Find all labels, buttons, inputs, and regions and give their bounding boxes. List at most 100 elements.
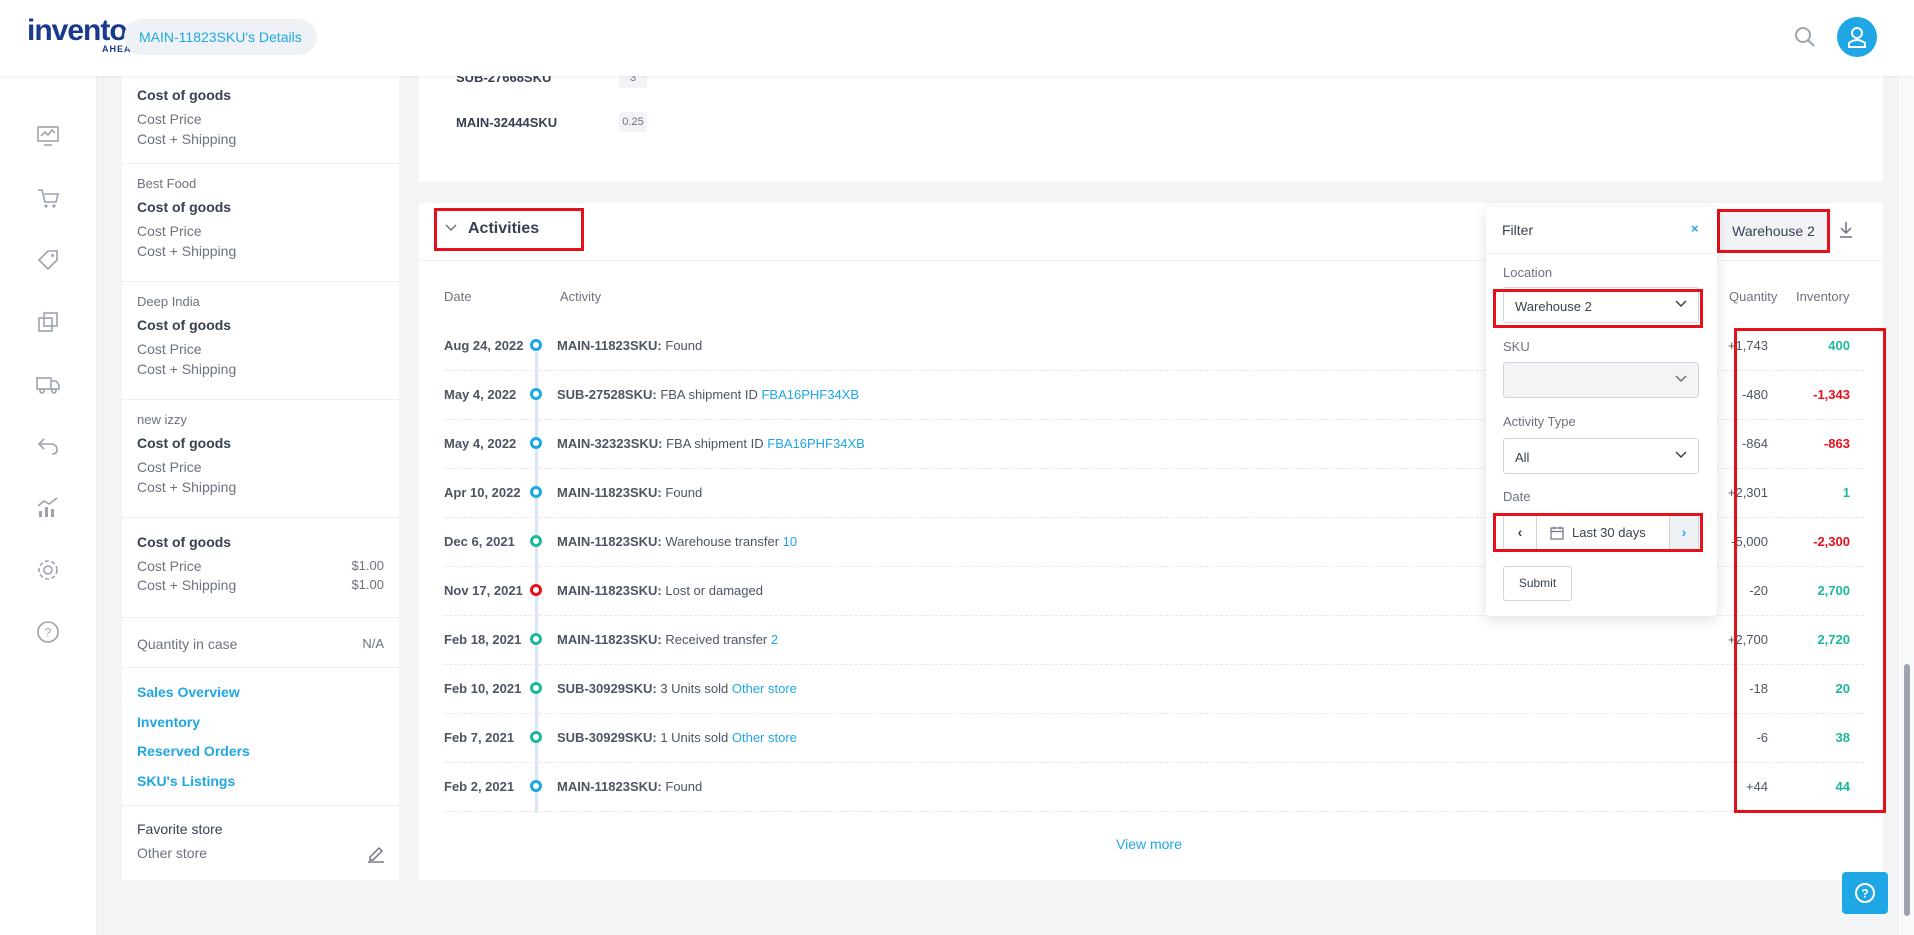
tag-icon[interactable] [35, 247, 61, 273]
cost-block: Deep India Cost of goods Cost Price Cost… [122, 282, 399, 400]
search-icon[interactable] [1794, 26, 1816, 48]
activity-link[interactable]: Other store [732, 681, 797, 696]
timeline-dot [530, 682, 542, 694]
store-name: new izzy [137, 412, 187, 427]
location-highlight [1493, 289, 1703, 328]
timeline-dot [530, 339, 542, 351]
question-icon: ? [1855, 883, 1875, 903]
link-reserved-orders[interactable]: Reserved Orders [137, 743, 250, 759]
cost-block: Best Food Cost of goods Cost Price Cost … [122, 164, 399, 282]
activity-type-value: All [1515, 450, 1530, 465]
download-icon[interactable] [1837, 220, 1855, 240]
cost-block: Cost of goods Cost Price Cost + Shipping [122, 76, 399, 164]
return-icon[interactable] [35, 433, 61, 459]
avatar[interactable] [1837, 17, 1877, 57]
cost-title: Cost of goods [137, 87, 232, 103]
activity-sku[interactable]: MAIN-11823SKU: [557, 779, 662, 794]
activity-description: SUB-27528SKU: FBA shipment ID FBA16PHF34… [557, 387, 859, 402]
app-logo[interactable]: inventory [27, 14, 127, 48]
activity-text: 1 Units sold [656, 730, 732, 745]
activity-text: Warehouse transfer [661, 534, 783, 549]
breadcrumb[interactable]: MAIN-11823SKU's Details [124, 19, 317, 55]
activity-link[interactable]: Other store [732, 730, 797, 745]
activity-text: FBA shipment ID [662, 436, 768, 451]
activity-description: MAIN-11823SKU: Found [557, 338, 702, 353]
cost-price-label: Cost Price [137, 459, 202, 475]
cost-title: Cost of goods [137, 534, 232, 550]
edit-icon[interactable] [367, 845, 385, 863]
activity-date: Feb 7, 2021 [444, 730, 515, 745]
activity-description: SUB-30929SKU: 3 Units sold Other store [557, 681, 797, 696]
settings-icon[interactable] [35, 557, 61, 583]
cost-shipping-label: Cost + Shipping [137, 577, 237, 593]
activity-sku[interactable]: MAIN-11823SKU: [557, 534, 662, 549]
bundle-sku[interactable]: MAIN-32444SKU [456, 115, 557, 130]
cost-title: Cost of goods [137, 317, 232, 333]
cost-title: Cost of goods [137, 435, 232, 451]
cost-price-label: Cost Price [137, 223, 202, 239]
activities-title: Activities [468, 220, 540, 237]
chevron-down-icon [1675, 451, 1687, 459]
link-sales-overview[interactable]: Sales Overview [137, 684, 240, 700]
cost-price-label: Cost Price [137, 341, 202, 357]
help-button[interactable]: ? [1842, 872, 1888, 914]
activity-type-select[interactable]: All [1503, 438, 1699, 474]
store-name: Deep India [137, 294, 200, 309]
col-quantity: Quantity [1729, 289, 1778, 304]
view-more-link[interactable]: View more [1116, 836, 1182, 852]
activity-row: Feb 2, 2021 MAIN-11823SKU: Found +44 44 [444, 763, 1864, 812]
close-icon[interactable]: × [1691, 221, 1699, 236]
cost-block: Cost of goods Cost Price $1.00 Cost + Sh… [122, 518, 399, 618]
activity-link[interactable]: FBA16PHF34XB [767, 436, 865, 451]
cost-shipping-label: Cost + Shipping [137, 243, 237, 259]
activity-date: Nov 17, 2021 [444, 583, 523, 598]
cost-shipping-value: $1.00 [351, 577, 384, 592]
activity-sku[interactable]: SUB-30929SKU: [557, 681, 657, 696]
timeline-dot [530, 388, 542, 400]
svg-text:?: ? [45, 626, 52, 640]
activity-sku[interactable]: MAIN-11823SKU: [557, 485, 662, 500]
copy-icon[interactable] [35, 309, 61, 335]
col-activity: Activity [560, 289, 602, 304]
activity-link[interactable]: 2 [771, 632, 778, 647]
activities-toggle[interactable]: Activities [434, 208, 584, 251]
page-scrollbar[interactable] [1899, 76, 1914, 935]
submit-button[interactable]: Submit [1503, 566, 1572, 601]
qty-in-case-row: Quantity in case N/A [122, 618, 399, 668]
chevron-down-icon [445, 224, 457, 232]
link-inventory[interactable]: Inventory [137, 714, 200, 730]
activity-row: Feb 18, 2021 MAIN-11823SKU: Received tran… [444, 616, 1864, 665]
sku-select[interactable] [1503, 362, 1699, 398]
activity-link[interactable]: 10 [783, 534, 797, 549]
activity-sku[interactable]: MAIN-32323SKU: [557, 436, 662, 451]
col-inventory: Inventory [1796, 289, 1850, 304]
link-sku-listings[interactable]: SKU's Listings [137, 773, 235, 789]
activity-text: Found [661, 485, 703, 500]
activity-sku[interactable]: MAIN-11823SKU: [557, 632, 662, 647]
dashboard-icon[interactable] [35, 123, 61, 149]
scroll-thumb[interactable] [1904, 664, 1910, 916]
activity-date: Apr 10, 2022 [444, 485, 521, 500]
truck-icon[interactable] [35, 371, 61, 397]
activity-sku[interactable]: SUB-30929SKU: [557, 730, 657, 745]
activity-sku[interactable]: SUB-27528SKU: [557, 387, 657, 402]
activity-date: Dec 6, 2021 [444, 534, 515, 549]
activity-text: Found [661, 779, 703, 794]
analytics-icon[interactable] [35, 495, 61, 521]
col-date: Date [444, 289, 472, 304]
cost-shipping-label: Cost + Shipping [137, 131, 237, 147]
cost-price-label: Cost Price [137, 558, 202, 574]
timeline-dot [530, 731, 542, 743]
qty-in-case-value: N/A [362, 636, 384, 651]
sku-side-panel: Cost of goods Cost Price Cost + Shipping… [122, 76, 399, 880]
activity-link[interactable]: FBA16PHF34XB [761, 387, 859, 402]
help-circle-icon[interactable]: ? [35, 619, 61, 645]
activity-sku[interactable]: MAIN-11823SKU: [557, 583, 662, 598]
top-header: inventory AHEAD MAIN-11823SKU's Details [0, 0, 1914, 76]
cart-icon[interactable] [35, 185, 61, 211]
qty-in-case-label: Quantity in case [137, 636, 238, 652]
location-filter-button[interactable]: Warehouse 2 [1717, 209, 1830, 253]
activity-sku[interactable]: MAIN-11823SKU: [557, 338, 662, 353]
activity-row: Feb 7, 2021 SUB-30929SKU: 1 Units sold Ot… [444, 714, 1864, 763]
chevron-down-icon [1675, 375, 1687, 383]
